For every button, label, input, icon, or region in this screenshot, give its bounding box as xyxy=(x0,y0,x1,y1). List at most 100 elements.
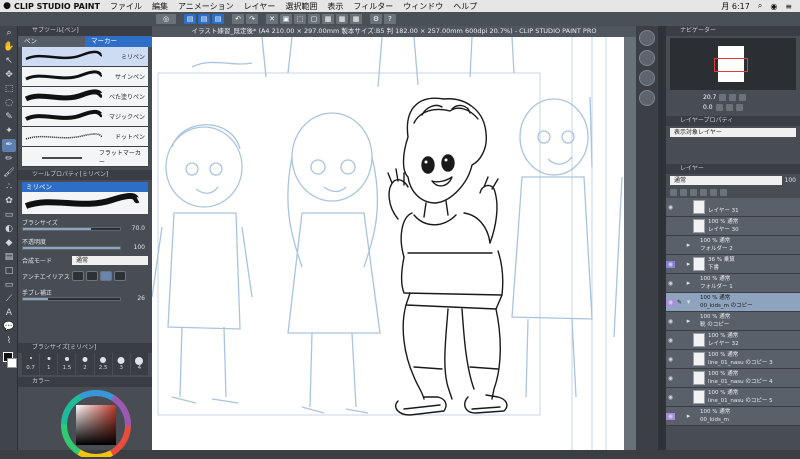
ruler-tool-icon[interactable]: ⟋ xyxy=(2,293,16,306)
brush-size-preset[interactable]: 4 xyxy=(130,353,148,375)
clip-icon[interactable] xyxy=(670,188,677,196)
menu-list-icon[interactable]: ≡ xyxy=(785,2,792,11)
color-wheel[interactable] xyxy=(18,387,152,459)
antialias-weak-option[interactable] xyxy=(86,271,98,281)
tab-pen[interactable]: ペン xyxy=(18,36,85,47)
brush-size-slider[interactable] xyxy=(22,226,121,231)
eye-icon[interactable]: ◉ xyxy=(666,412,675,420)
brush-item[interactable]: サインペン xyxy=(22,67,148,87)
lock-transparency-icon[interactable] xyxy=(710,188,717,196)
zoom-tool-icon[interactable]: ⌕ xyxy=(2,27,16,40)
navigator-view-rect[interactable] xyxy=(714,58,748,72)
gradient-tool-icon[interactable]: ▤ xyxy=(2,251,16,264)
layer-item[interactable]: ▸ 100 % 通常 フォルダー 2 xyxy=(666,236,800,255)
antialias-none-option[interactable] xyxy=(72,271,84,281)
layer-item-selected[interactable]: ◉ ✎ ▾ 100 % 通常 00_kids_m のコピー xyxy=(666,293,800,312)
eraser-tool-icon[interactable]: ▭ xyxy=(2,209,16,222)
subview-toggle-icon[interactable] xyxy=(639,50,655,66)
flip-icon[interactable] xyxy=(735,103,743,111)
menu-animation[interactable]: アニメーション xyxy=(178,1,234,12)
layer-item[interactable]: 100 % 通常 レイヤー 30 xyxy=(666,217,800,236)
pen-tool-icon[interactable]: ✒ xyxy=(2,139,16,152)
eye-icon[interactable]: ◉ xyxy=(666,318,675,325)
app-name-menu[interactable]: CLIP STUDIO PAINT xyxy=(14,2,100,11)
eye-icon[interactable]: ◉ xyxy=(666,394,675,401)
lock-icon[interactable] xyxy=(700,188,707,196)
help-icon[interactable]: ? xyxy=(384,14,396,24)
info-toggle-icon[interactable] xyxy=(639,70,655,86)
brush-size-preset[interactable]: 3 xyxy=(112,353,130,375)
invert-selection-icon[interactable]: ▢ xyxy=(308,14,320,24)
move-layer-tool-icon[interactable]: ✥ xyxy=(2,69,16,82)
zoom-in-icon[interactable] xyxy=(729,93,737,101)
eye-icon[interactable]: ◉ xyxy=(666,204,675,211)
sub-color-swatch[interactable] xyxy=(7,358,17,368)
operation-tool-icon[interactable]: ↖ xyxy=(2,55,16,68)
layer-item[interactable]: ◉ 100 % 通常 レイヤー 32 xyxy=(666,331,800,350)
layer-item[interactable]: ◉ ▸ 100 % 通常靴 のコピー xyxy=(666,312,800,331)
stabilization-value[interactable]: 26 xyxy=(121,295,145,302)
stabilization-slider[interactable] xyxy=(22,296,121,301)
layer-item[interactable]: ◉ 100 % 通常 line_01_nasu のコピー 3 xyxy=(666,350,800,369)
eyedropper-tool-icon[interactable]: ✎ xyxy=(2,111,16,124)
layer-item[interactable]: ◉ ▸ 100 % 通常 00_kids_m xyxy=(666,407,800,426)
navigator-toggle-icon[interactable] xyxy=(639,30,655,46)
brush-size-preset[interactable]: 2.5 xyxy=(94,353,112,375)
eye-icon[interactable]: ◉ xyxy=(666,337,675,344)
balloon-tool-icon[interactable]: 💬 xyxy=(2,321,16,334)
menu-file[interactable]: ファイル xyxy=(110,1,142,12)
deselect-icon[interactable]: ⬚ xyxy=(294,14,306,24)
color-swatches[interactable] xyxy=(2,352,17,372)
brush-size-preset[interactable]: 0.7 xyxy=(22,353,40,375)
airbrush-tool-icon[interactable]: ∴ xyxy=(2,181,16,194)
menu-help[interactable]: ヘルプ xyxy=(453,1,477,12)
zoom-value[interactable]: 20.7 xyxy=(703,94,716,101)
move-tool-icon[interactable]: ✋ xyxy=(2,41,16,54)
menu-edit[interactable]: 編集 xyxy=(152,1,168,12)
rotate-right-icon[interactable] xyxy=(725,103,733,111)
search-icon[interactable]: ⌕ xyxy=(758,1,762,11)
navigator-preview[interactable] xyxy=(670,38,796,90)
brush-size-preset[interactable]: 1 xyxy=(40,353,58,375)
lasso-tool-icon[interactable]: ◌ xyxy=(2,97,16,110)
settings-icon[interactable]: ⚙ xyxy=(370,14,382,24)
frame-tool-icon[interactable]: ▭ xyxy=(2,279,16,292)
opacity-slider[interactable] xyxy=(22,245,121,250)
layer-item[interactable]: ◉ ▸ 100 % 通常 フォルダー 1 xyxy=(666,274,800,293)
text-tool-icon[interactable]: A xyxy=(2,307,16,320)
menu-layer[interactable]: レイヤー xyxy=(244,1,276,12)
history-toggle-icon[interactable] xyxy=(639,90,655,106)
save-icon[interactable]: ▤ xyxy=(212,14,224,24)
mask-icon[interactable] xyxy=(720,188,727,196)
eye-icon[interactable]: ◉ xyxy=(666,375,675,382)
layer-item[interactable]: ◉ ▸ 36 % 乗算 下書 xyxy=(666,255,800,274)
clear-icon[interactable]: ✕ xyxy=(266,14,278,24)
clip-studio-icon[interactable]: ◎ xyxy=(156,14,176,24)
pencil-tool-icon[interactable]: ✏ xyxy=(2,153,16,166)
blend-tool-icon[interactable]: ◐ xyxy=(2,223,16,236)
brush-item[interactable]: ミリペン xyxy=(22,47,148,67)
layer-opacity-value[interactable]: 100 xyxy=(785,177,796,184)
redo-icon[interactable]: ↷ xyxy=(246,14,258,24)
antialias-medium-option[interactable] xyxy=(100,271,112,281)
grid-snap-icon[interactable]: ▦ xyxy=(350,14,362,24)
ruler-icon[interactable]: ▦ xyxy=(336,14,348,24)
brush-item[interactable]: べた塗りペン xyxy=(22,87,148,107)
reference-layer-select[interactable]: 表示対象レイヤー xyxy=(670,127,796,137)
menu-view[interactable]: 表示 xyxy=(327,1,343,12)
apple-icon[interactable]: ● xyxy=(0,1,14,11)
opacity-value[interactable]: 100 xyxy=(121,244,145,251)
brush-item[interactable]: ドットペン xyxy=(22,127,148,147)
layer-item[interactable]: ◉ レイヤー 31 xyxy=(666,198,800,217)
brush-size-preset[interactable]: 1.5 xyxy=(58,353,76,375)
layer-blend-select[interactable]: 通常 xyxy=(670,175,782,185)
brush-tool-icon[interactable]: 🖌 xyxy=(2,167,16,180)
menu-window[interactable]: ウィンドウ xyxy=(403,1,443,12)
folder-icon[interactable]: ▸ xyxy=(684,260,693,268)
grid-icon[interactable]: ▦ xyxy=(322,14,334,24)
user-icon[interactable]: ◉ xyxy=(770,2,777,11)
folder-icon[interactable]: ▸ xyxy=(684,317,693,325)
figure-tool-icon[interactable]: □ xyxy=(2,265,16,278)
eye-icon[interactable]: ◉ xyxy=(666,298,675,306)
fill-tool-icon[interactable]: ◆ xyxy=(2,237,16,250)
